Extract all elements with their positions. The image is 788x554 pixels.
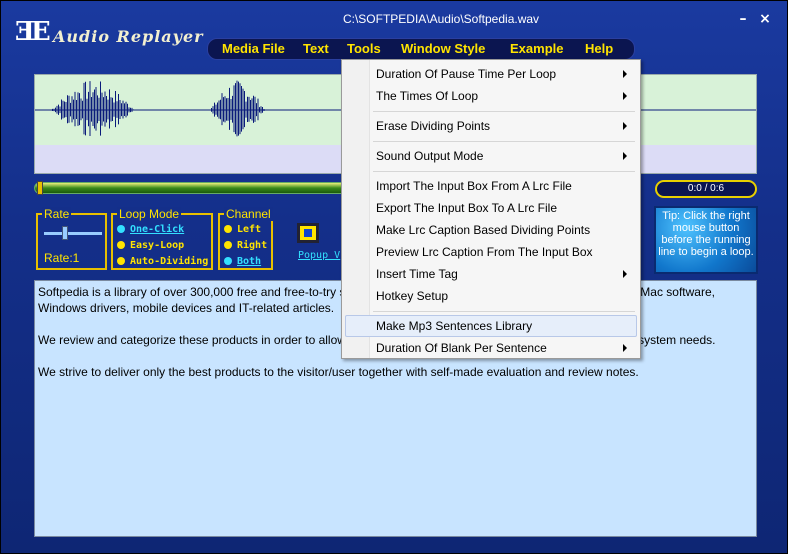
menu-item-erase-dividing-points[interactable]: Erase Dividing Points <box>345 115 637 137</box>
window-title: C:\SOFTPEDIA\Audio\Softpedia.wav <box>342 12 540 26</box>
app-window: ƎE Audio Replayer C:\SOFTPEDIA\Audio\Sof… <box>0 0 788 554</box>
channel-option-both[interactable]: Both <box>224 256 261 267</box>
submenu-arrow-icon <box>623 344 627 352</box>
menu-separator <box>373 111 635 112</box>
menu-window-style[interactable]: Window Style <box>401 41 485 56</box>
radio-icon <box>117 257 125 265</box>
loop-mode-group: Loop Mode One-Click Easy-Loop Auto-Divid… <box>111 207 213 270</box>
popup-link[interactable]: Popup V <box>298 250 340 261</box>
menu-bar: Media File Text Tools Window Style Examp… <box>207 38 635 60</box>
menu-media-file[interactable]: Media File <box>222 41 285 56</box>
menu-item-make-lrc-caption[interactable]: Make Lrc Caption Based Dividing Points <box>345 219 637 241</box>
menu-item-preview-lrc-caption[interactable]: Preview Lrc Caption From The Input Box <box>345 241 637 263</box>
channel-option-left[interactable]: Left <box>224 224 261 235</box>
popup-window-icon[interactable] <box>297 223 319 243</box>
menu-item-make-mp3-library[interactable]: Make Mp3 Sentences Library <box>345 315 637 337</box>
time-display: 0:0 / 0:6 <box>655 180 757 198</box>
rate-slider-knob[interactable] <box>62 226 68 240</box>
menu-text[interactable]: Text <box>303 41 329 56</box>
menu-separator <box>373 311 635 312</box>
submenu-arrow-icon <box>623 70 627 78</box>
menu-tools[interactable]: Tools <box>347 41 381 56</box>
menu-item-export-lrc[interactable]: Export The Input Box To A Lrc File <box>345 197 637 219</box>
menu-separator <box>373 171 635 172</box>
radio-icon <box>117 225 125 233</box>
close-button[interactable]: × <box>757 11 773 27</box>
menu-item-blank-duration[interactable]: Duration Of Blank Per Sentence <box>345 337 637 359</box>
channel-option-right[interactable]: Right <box>224 240 267 251</box>
radio-icon <box>224 241 232 249</box>
position-slider-knob[interactable] <box>37 181 43 195</box>
loop-mode-label: Loop Mode <box>117 207 182 221</box>
rate-label: Rate <box>42 207 72 221</box>
channel-label: Channel <box>224 207 273 221</box>
loop-option-one-click[interactable]: One-Click <box>117 224 184 235</box>
menu-item-import-lrc[interactable]: Import The Input Box From A Lrc File <box>345 175 637 197</box>
radio-icon <box>117 241 125 249</box>
menu-item-loop-times[interactable]: The Times Of Loop <box>345 85 637 107</box>
submenu-arrow-icon <box>623 270 627 278</box>
submenu-arrow-icon <box>623 122 627 130</box>
text-paragraph-3: We strive to deliver only the best produ… <box>38 365 639 379</box>
submenu-arrow-icon <box>623 92 627 100</box>
menu-separator <box>373 141 635 142</box>
rate-slider[interactable] <box>44 232 102 235</box>
rate-group: Rate Rate:1 <box>36 207 107 270</box>
radio-icon <box>224 225 232 233</box>
menu-item-pause-duration[interactable]: Duration Of Pause Time Per Loop <box>345 63 637 85</box>
submenu-arrow-icon <box>623 152 627 160</box>
menu-item-sound-output-mode[interactable]: Sound Output Mode <box>345 145 637 167</box>
tools-dropdown-menu: Duration Of Pause Time Per Loop The Time… <box>341 59 641 359</box>
app-logo-icon: ƎE <box>15 17 51 47</box>
menu-item-insert-time-tag[interactable]: Insert Time Tag <box>345 263 637 285</box>
radio-icon <box>224 257 232 265</box>
menu-example[interactable]: Example <box>510 41 563 56</box>
loop-option-easy-loop[interactable]: Easy-Loop <box>117 240 184 251</box>
loop-option-auto-dividing[interactable]: Auto-Dividing <box>117 256 208 267</box>
minimize-button[interactable]: – <box>735 11 751 27</box>
menu-item-hotkey-setup[interactable]: Hotkey Setup <box>345 285 637 307</box>
menu-help[interactable]: Help <box>585 41 613 56</box>
channel-group: Channel Left Right Both <box>218 207 273 270</box>
rate-value: Rate:1 <box>44 251 80 265</box>
app-name: Audio Replayer <box>53 27 204 46</box>
tip-box: Tip: Click the right mouse button before… <box>654 206 758 274</box>
